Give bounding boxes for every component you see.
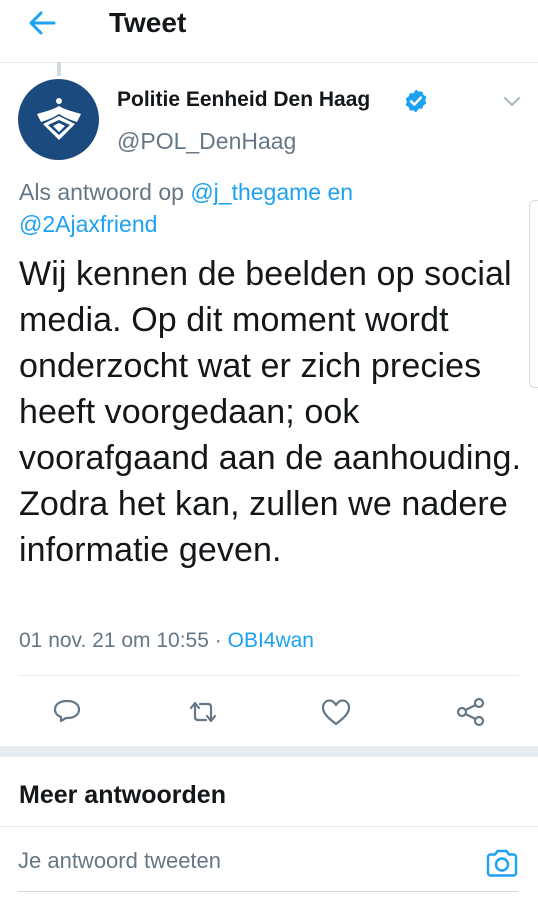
tweet-meta: 01 nov. 21 om 10:55 · OBI4wan (19, 626, 314, 656)
input-underline (18, 891, 518, 892)
verified-badge-icon (405, 89, 427, 113)
reply-input[interactable] (18, 841, 458, 881)
author-handle[interactable]: @POL_DenHaag (117, 126, 296, 156)
reply-button[interactable] (50, 696, 84, 728)
tweet-actions (0, 680, 538, 744)
share-icon (456, 697, 485, 727)
heart-icon (321, 699, 351, 726)
chevron-down-icon[interactable] (499, 90, 525, 112)
camera-icon[interactable] (484, 847, 520, 879)
mention-joiner: en (327, 179, 354, 205)
page-title: Tweet (109, 7, 187, 38)
tweet-source[interactable]: OBI4wan (228, 629, 314, 652)
reply-context: Als antwoord op @j_thegame en @2Ajaxfrie… (19, 176, 489, 240)
more-replies-heading: Meer antwoorden (19, 781, 226, 809)
avatar[interactable] (18, 79, 99, 160)
thread-connector (57, 62, 61, 76)
like-button[interactable] (319, 696, 353, 728)
tweet-timestamp[interactable]: 01 nov. 21 om 10:55 (19, 629, 209, 652)
section-separator (0, 746, 538, 757)
divider (19, 675, 519, 676)
share-button[interactable] (454, 696, 488, 728)
back-button[interactable] (22, 6, 62, 40)
reply-prefix: Als antwoord op (19, 179, 184, 205)
retweet-icon (189, 701, 217, 723)
police-logo-icon (36, 97, 81, 140)
arrow-left-icon (29, 11, 56, 35)
reply-icon (53, 699, 81, 723)
tweet-text: Wij kennen de beelden op social media. O… (19, 255, 522, 569)
scrollbar-handle[interactable] (529, 200, 538, 388)
mention-link[interactable]: @j_thegame (190, 179, 321, 205)
top-bar: Tweet (0, 0, 538, 63)
retweet-button[interactable] (186, 696, 220, 728)
author-name[interactable]: Politie Eenheid Den Haag (117, 87, 370, 113)
reply-composer (0, 826, 538, 901)
mention-link[interactable]: @2Ajaxfriend (19, 211, 157, 237)
meta-separator: · (214, 629, 222, 652)
